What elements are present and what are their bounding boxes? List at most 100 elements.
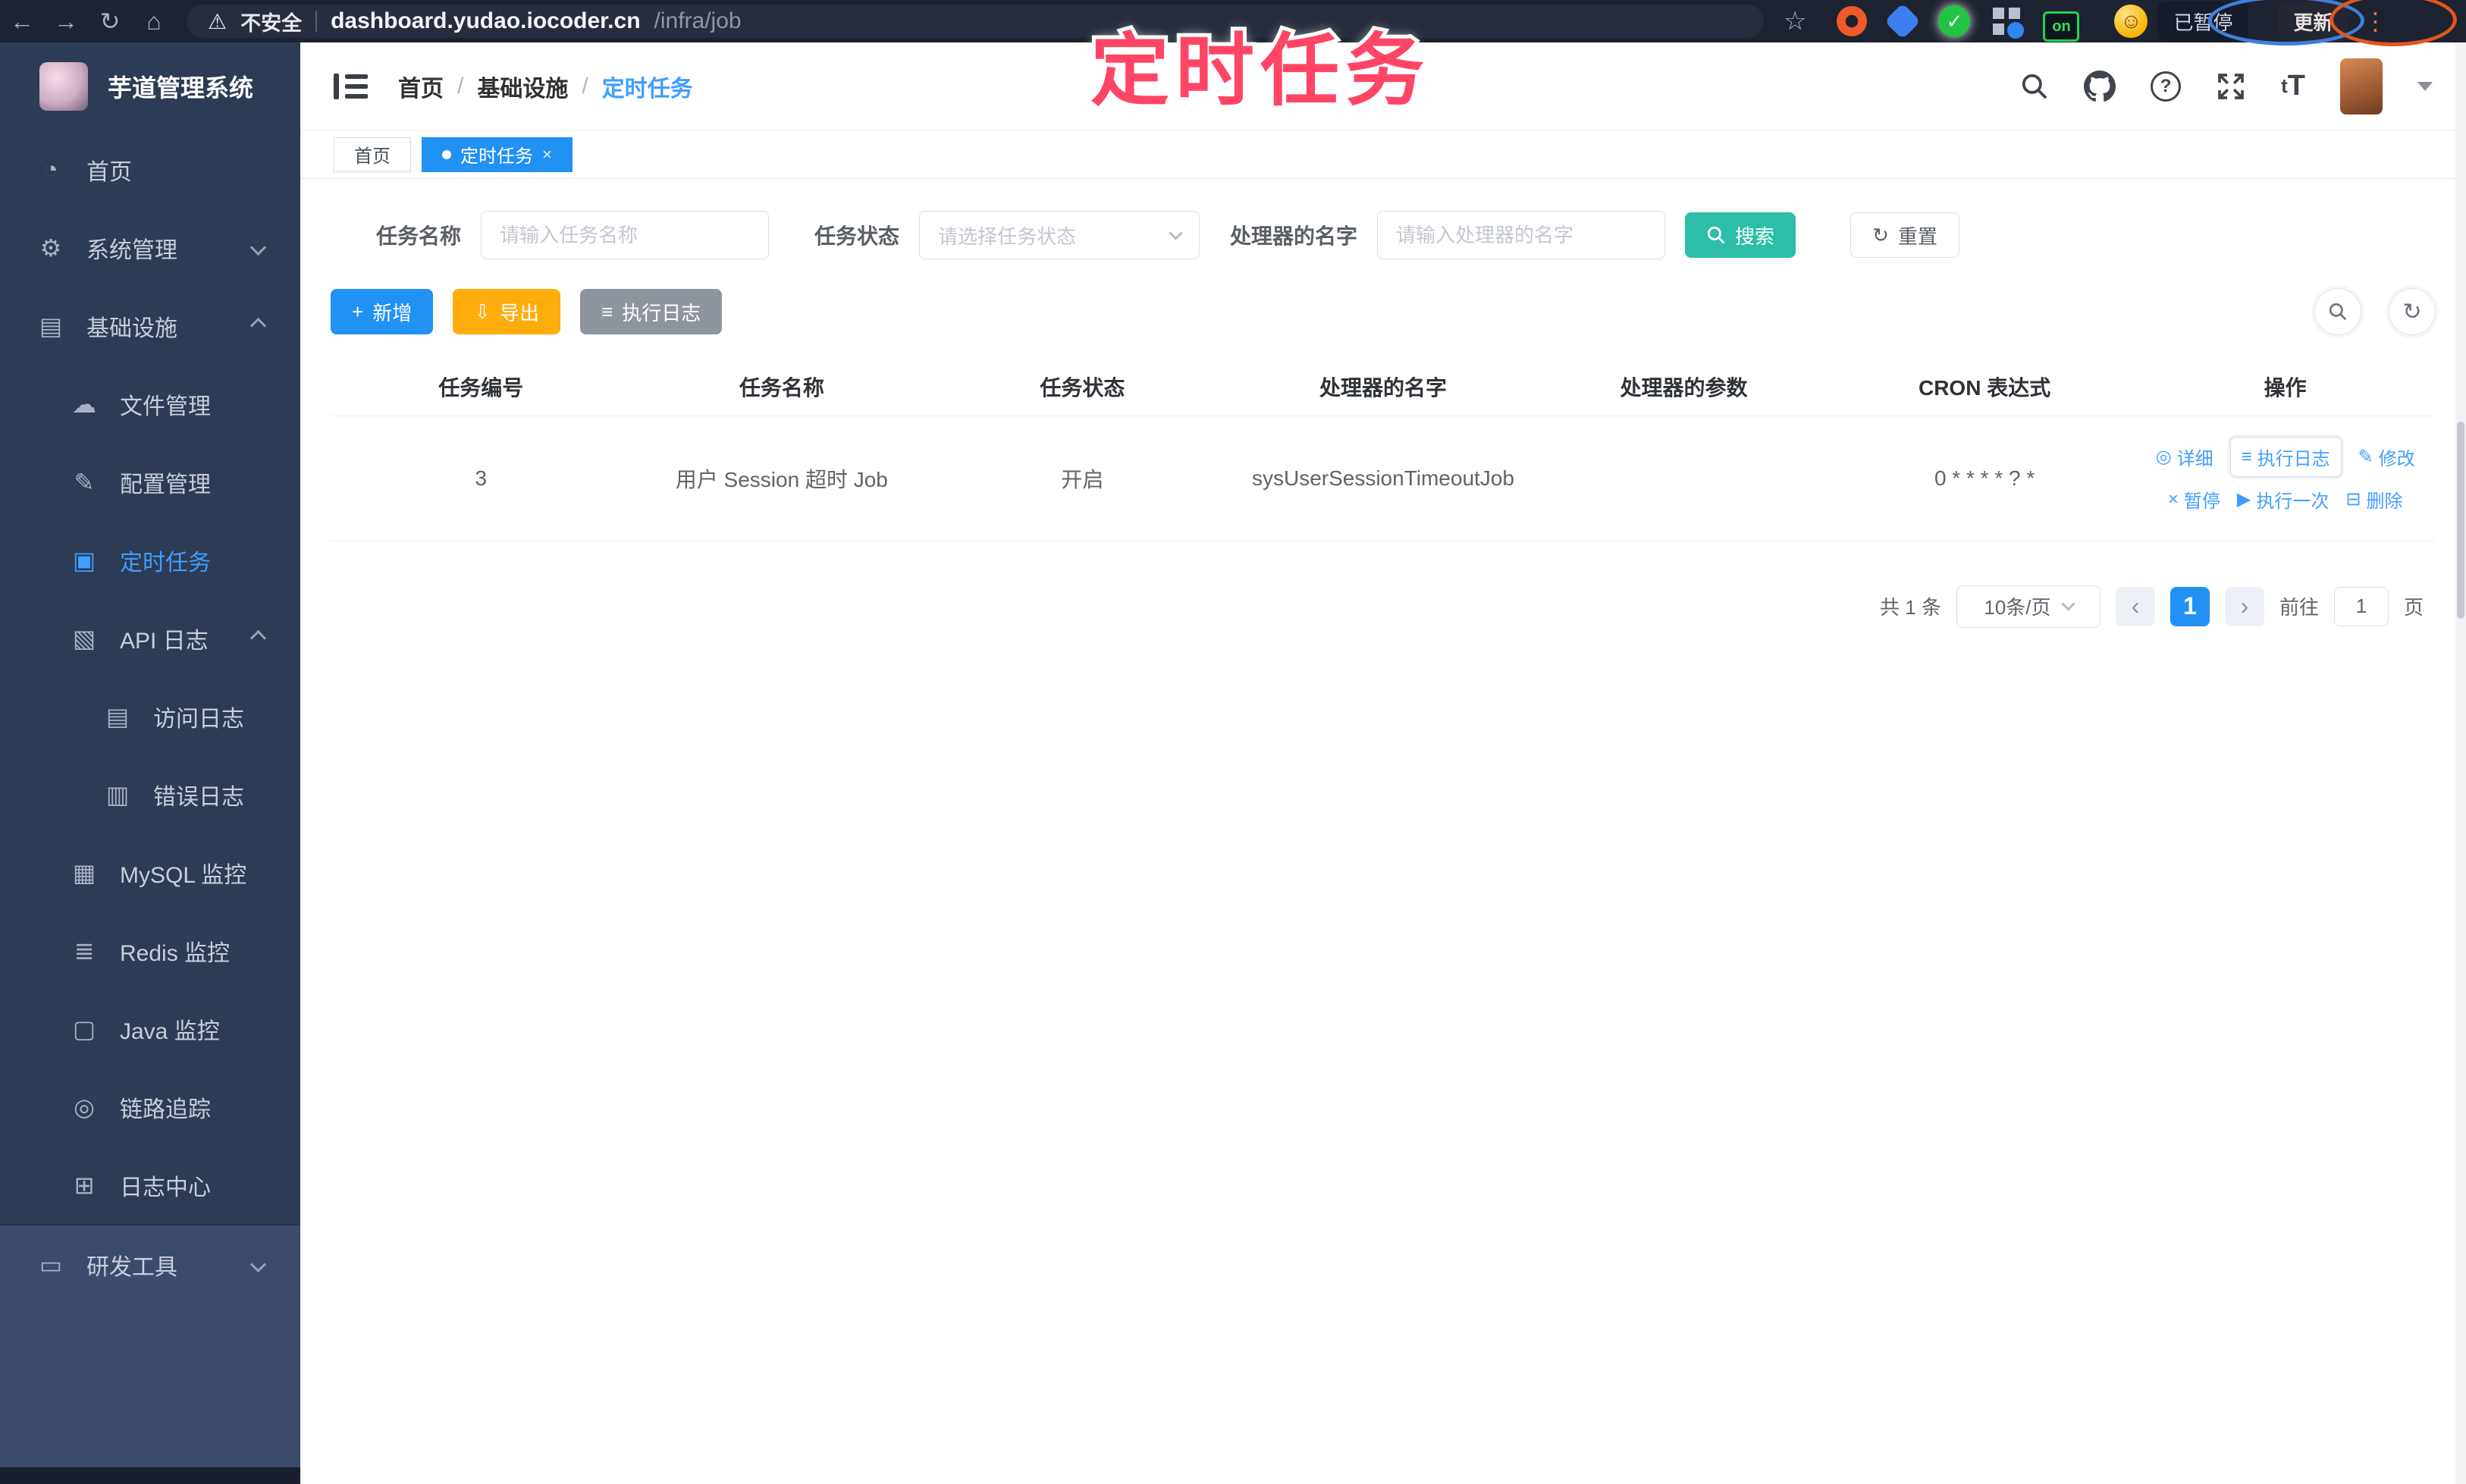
export-button[interactable]: ⇩ 导出: [453, 289, 561, 334]
layers-icon: ≣: [74, 937, 95, 965]
add-button-label: 新增: [372, 301, 413, 325]
reset-button-label: 重置: [1897, 224, 1937, 248]
job-name-input[interactable]: [481, 211, 770, 259]
browser-forward-button[interactable]: →: [44, 8, 88, 36]
sidebar-item-mysql-monitor[interactable]: ▦ MySQL 监控: [0, 833, 300, 911]
current-page-button[interactable]: 1: [2170, 586, 2210, 626]
sidebar-item-file-management[interactable]: ☁ 文件管理: [0, 365, 300, 443]
search-icon[interactable]: [2020, 72, 2049, 101]
sidebar-item-error-log[interactable]: ▥ 错误日志: [0, 755, 300, 833]
sidebar-item-label: 错误日志: [153, 784, 244, 810]
handler-text: sysUserSessionTimeoutJob: [1251, 466, 1514, 490]
navbar-actions: ? tT: [2020, 58, 2433, 115]
pause-link[interactable]: × 暂停: [2168, 486, 2220, 513]
github-icon[interactable]: [2084, 70, 2116, 102]
url-host: dashboard.yudao.iocoder.cn: [331, 8, 641, 33]
sidebar-item-log-center[interactable]: ⊞ 日志中心: [0, 1146, 300, 1224]
extension-icons: ✓ on: [1837, 1, 2080, 42]
delete-link[interactable]: ⊟ 删除: [2345, 486, 2402, 513]
handler-name-group: 处理器的名字: [1230, 211, 1666, 259]
browser-home-button[interactable]: ⌂: [132, 8, 176, 36]
plus-icon: +: [352, 300, 364, 323]
fullscreen-icon[interactable]: [2216, 71, 2246, 102]
tab-home[interactable]: 首页: [334, 136, 411, 172]
sidebar-item-label: 系统管理: [86, 237, 177, 263]
sidebar-collapse-icon[interactable]: [334, 73, 368, 99]
goto-page-input[interactable]: [2333, 586, 2389, 626]
cell-job-name: 用户 Session 超时 Job: [631, 416, 933, 541]
chevron-down-icon: [2060, 597, 2075, 611]
cloud-upload-icon: ☁: [72, 390, 96, 418]
update-button[interactable]: 更新: [2278, 1, 2348, 42]
sidebar-item-scheduled-jobs[interactable]: ▣ 定时任务: [0, 521, 300, 599]
sidebar-item-label: 配置管理: [120, 472, 211, 497]
handler-name-label: 处理器的名字: [1230, 224, 1358, 248]
tab-scheduled-jobs[interactable]: 定时任务 ×: [422, 136, 573, 172]
sidebar-item-home[interactable]: ◔ 首页: [0, 130, 300, 209]
tab-close-icon[interactable]: ×: [542, 145, 552, 165]
font-size-icon[interactable]: tT: [2281, 70, 2305, 102]
scrollbar-thumb[interactable]: [2457, 422, 2464, 619]
address-bar[interactable]: ⚠ 不安全 dashboard.yudao.iocoder.cn /infra/…: [187, 5, 1764, 38]
sidebar-item-infrastructure[interactable]: ▤ 基础设施: [0, 287, 300, 365]
handler-name-input[interactable]: [1377, 211, 1666, 259]
extension-grid-icon[interactable]: [1993, 8, 2025, 39]
user-avatar[interactable]: [2340, 58, 2383, 115]
edit-link[interactable]: ✎ 修改: [2358, 444, 2415, 470]
page-size-select[interactable]: 10条/页: [1956, 585, 2100, 628]
sidebar-item-java-monitor[interactable]: ▢ Java 监控: [0, 990, 300, 1068]
breadcrumb-home[interactable]: 首页: [398, 70, 444, 103]
browser-profile-chip[interactable]: ☺ 已暂停: [2114, 1, 2248, 42]
help-icon[interactable]: ?: [2151, 71, 2182, 102]
toggle-search-button[interactable]: [2314, 288, 2361, 335]
refresh-button[interactable]: ↻: [2389, 288, 2436, 335]
sidebar-item-config-management[interactable]: ✎ 配置管理: [0, 443, 300, 521]
col-job-status: 任务状态: [932, 358, 1233, 416]
profile-emoji-avatar: ☺: [2114, 5, 2148, 38]
sidebar-item-api-log[interactable]: ▧ API 日志: [0, 599, 300, 677]
next-page-button[interactable]: ›: [2224, 586, 2264, 626]
job-status-select[interactable]: 请选择任务状态: [919, 211, 1200, 259]
edit-link-label: 修改: [2378, 449, 2415, 469]
browser-menu-icon[interactable]: ⋮: [2364, 7, 2388, 36]
detail-link[interactable]: ◎ 详细: [2156, 444, 2213, 470]
sidebar-item-label: 首页: [86, 159, 132, 185]
security-label[interactable]: 不安全: [240, 7, 302, 36]
breadcrumb-infrastructure[interactable]: 基础设施: [477, 70, 568, 103]
delete-link-label: 删除: [2366, 491, 2403, 512]
row-exec-log-link[interactable]: ≡ 执行日志: [2229, 437, 2342, 477]
extension-blue-icon[interactable]: [1884, 2, 1922, 40]
paused-badge: 已暂停: [2158, 1, 2248, 42]
sidebar-item-trace[interactable]: ◎ 链路追踪: [0, 1068, 300, 1146]
vertical-scrollbar[interactable]: [2455, 42, 2466, 1484]
bookmark-star-icon[interactable]: ☆: [1784, 6, 1806, 36]
reset-button[interactable]: ↻ 重置: [1850, 212, 1959, 258]
pause-link-label: 暂停: [2183, 491, 2220, 512]
monitor-icon: ▢: [72, 1015, 96, 1043]
cell-cron: 0 * * * * ? *: [1834, 416, 2135, 541]
page-tabbar: 首页 定时任务 ×: [300, 130, 2466, 179]
sidebar-item-dev-tools[interactable]: ▭ 研发工具: [0, 1225, 300, 1304]
pagination: 共 1 条 10条/页 ‹ 1 › 前往 页: [300, 585, 2424, 628]
sidebar-item-redis-monitor[interactable]: ≣ Redis 监控: [0, 911, 300, 990]
extension-green-check-icon[interactable]: ✓: [1938, 5, 1971, 37]
add-button[interactable]: + 新增: [331, 289, 434, 334]
main-content: 任务名称 任务状态 请选择任务状态 处理器的名字 搜索 ↻ 重置: [300, 179, 2466, 1484]
search-button[interactable]: 搜索: [1685, 212, 1796, 258]
error-log-icon: ▥: [105, 780, 130, 808]
api-log-icon: ▧: [72, 624, 96, 652]
sidebar-item-access-log[interactable]: ▤ 访问日志: [0, 677, 300, 755]
col-handler-name: 处理器的名字: [1232, 358, 1534, 416]
total-count: 共 1 条: [1880, 596, 1941, 619]
browser-back-button[interactable]: ←: [0, 8, 44, 36]
extension-on-badge[interactable]: on: [2043, 11, 2080, 42]
exec-log-button[interactable]: ≡ 执行日志: [580, 289, 723, 334]
chevron-down-icon: [249, 239, 267, 256]
run-once-link[interactable]: ▶ 执行一次: [2237, 486, 2329, 513]
sidebar-item-system-management[interactable]: ⚙ 系统管理: [0, 209, 300, 287]
prev-page-button[interactable]: ‹: [2115, 586, 2155, 626]
user-menu-caret-icon[interactable]: [2417, 81, 2433, 91]
browser-reload-button[interactable]: ↻: [88, 7, 132, 36]
access-log-icon: ▤: [105, 702, 130, 730]
extension-orange-icon[interactable]: [1837, 6, 1868, 36]
